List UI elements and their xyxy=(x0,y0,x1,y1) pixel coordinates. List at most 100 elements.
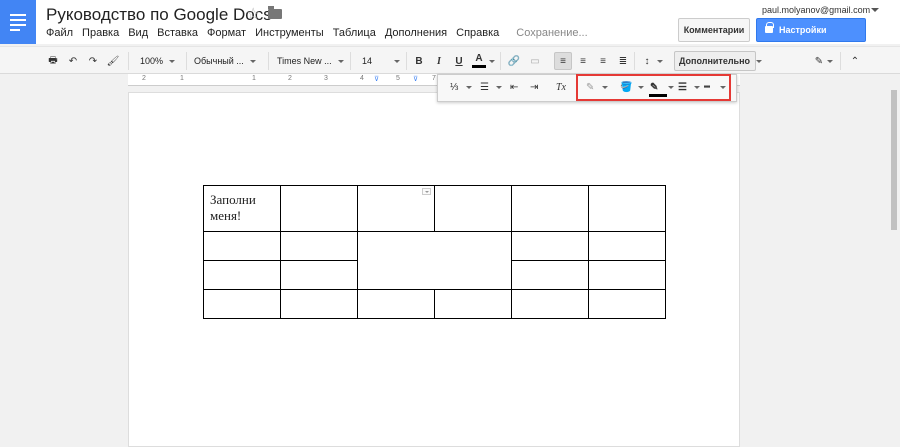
table-cell[interactable] xyxy=(357,289,435,319)
collapse-toolbar-icon[interactable]: ⌃ xyxy=(848,52,862,70)
menu-edit[interactable]: Правка xyxy=(82,27,119,39)
star-icon[interactable]: ☆ xyxy=(246,4,260,24)
table-cell[interactable] xyxy=(280,185,358,232)
menu-bar: Файл Правка Вид Вставка Формат Инструмен… xyxy=(46,27,597,39)
text-color-caret-icon[interactable] xyxy=(488,52,496,70)
ruler-mark: 1 xyxy=(180,75,184,82)
menu-tools[interactable]: Инструменты xyxy=(255,27,324,39)
redo-icon[interactable]: ↷ xyxy=(86,52,100,70)
table-cell[interactable] xyxy=(203,231,281,261)
separator xyxy=(406,52,407,70)
document-table[interactable]: Заполни меня! xyxy=(203,185,666,319)
table-cell[interactable] xyxy=(511,260,589,290)
table-cell[interactable] xyxy=(280,231,358,261)
table-cell[interactable] xyxy=(203,260,281,290)
chevron-down-icon xyxy=(249,59,256,63)
bold-button[interactable]: B xyxy=(412,52,426,70)
text-color-button[interactable]: A xyxy=(472,52,486,68)
align-left-button[interactable]: ≡ xyxy=(554,52,572,70)
separator xyxy=(128,52,129,70)
font-size-value: 14 xyxy=(362,56,373,66)
table-cell[interactable] xyxy=(280,260,358,290)
menu-file[interactable]: Файл xyxy=(46,27,73,39)
separator xyxy=(186,52,187,70)
separator xyxy=(268,52,269,70)
zoom-dropdown[interactable]: 100% xyxy=(136,52,182,70)
line-spacing-icon[interactable]: ↕ xyxy=(640,52,654,70)
separator xyxy=(840,52,841,70)
font-dropdown[interactable]: Times New ... xyxy=(273,52,345,70)
account-caret-icon[interactable] xyxy=(871,8,879,12)
increase-indent-icon[interactable]: ⇥ xyxy=(530,79,544,95)
table-cell[interactable] xyxy=(434,185,512,232)
align-right-button[interactable]: ≡ xyxy=(595,52,611,70)
ruler-mark: 2 xyxy=(142,75,146,82)
menu-table[interactable]: Таблица xyxy=(333,27,376,39)
more-button[interactable]: Дополнительно xyxy=(674,51,763,71)
table-cell[interactable] xyxy=(588,260,666,290)
style-value: Обычный ... xyxy=(194,56,244,66)
numbered-list-caret-icon[interactable] xyxy=(466,79,474,95)
scrollbar-thumb[interactable] xyxy=(891,90,897,230)
table-cell[interactable] xyxy=(280,289,358,319)
document-title[interactable]: Руководство по Google Docs xyxy=(46,5,272,25)
ruler-mark: 7 xyxy=(432,75,436,82)
font-size-dropdown[interactable]: 14 xyxy=(358,52,402,70)
underline-button[interactable]: U xyxy=(452,52,466,70)
table-cell[interactable] xyxy=(588,231,666,261)
print-icon[interactable]: 🖶 xyxy=(46,52,60,70)
bulleted-list-icon[interactable]: ☰ xyxy=(480,79,494,95)
account-email[interactable]: paul.molyanov@gmail.com xyxy=(762,5,870,15)
cell-options-icon[interactable] xyxy=(422,188,431,195)
table-cell[interactable] xyxy=(511,289,589,319)
table-cell[interactable] xyxy=(511,231,589,261)
paint-format-icon[interactable]: 🖌 xyxy=(106,52,120,70)
share-button[interactable]: Настройки доступа xyxy=(756,18,866,57)
chevron-down-icon xyxy=(496,85,502,89)
italic-button[interactable]: I xyxy=(432,52,446,70)
menu-view[interactable]: Вид xyxy=(128,27,148,39)
table-row xyxy=(203,289,666,319)
menu-help[interactable]: Справка xyxy=(456,27,499,39)
comments-button[interactable]: Комментарии xyxy=(678,18,750,42)
more-button-label: Дополнительно xyxy=(679,56,751,66)
chevron-down-icon xyxy=(827,59,833,63)
editing-mode-pencil-icon[interactable]: ✎ xyxy=(812,52,826,70)
link-icon[interactable]: 🔗 xyxy=(506,52,522,70)
lock-icon xyxy=(765,22,774,33)
align-justify-button[interactable]: ≣ xyxy=(615,52,631,70)
table-row: Заполни меня! xyxy=(203,185,666,232)
chevron-down-icon xyxy=(489,59,495,63)
folder-icon[interactable] xyxy=(268,6,282,19)
decrease-indent-icon[interactable]: ⇤ xyxy=(510,79,524,95)
numbered-list-icon[interactable]: ⅓ xyxy=(450,79,464,95)
comment-icon[interactable]: ▭ xyxy=(528,52,542,70)
table-cell[interactable] xyxy=(588,185,666,232)
table-cell[interactable]: Заполни меня! xyxy=(203,185,281,232)
indent-marker-icon[interactable]: ⊽ xyxy=(413,75,418,83)
table-cell[interactable] xyxy=(511,185,589,232)
table-cell[interactable] xyxy=(203,289,281,319)
line-spacing-caret-icon[interactable] xyxy=(656,52,664,70)
clear-formatting-icon[interactable]: Tx xyxy=(556,79,572,95)
bulleted-list-caret-icon[interactable] xyxy=(496,79,504,95)
menu-insert[interactable]: Вставка xyxy=(157,27,198,39)
save-status: Сохранение... xyxy=(516,27,588,39)
chevron-down-icon xyxy=(756,59,763,63)
ruler-mark: 1 xyxy=(252,75,256,82)
table-cell[interactable] xyxy=(588,289,666,319)
docs-logo-icon[interactable] xyxy=(0,0,36,44)
align-center-button[interactable]: ≡ xyxy=(575,52,591,70)
menu-format[interactable]: Формат xyxy=(207,27,246,39)
title-bar: Руководство по Google Docs ☆ Файл Правка… xyxy=(0,0,900,57)
style-dropdown[interactable]: Обычный ... xyxy=(190,52,262,70)
chevron-down-icon xyxy=(394,59,401,63)
table-cell[interactable] xyxy=(434,289,512,319)
undo-icon[interactable]: ↶ xyxy=(66,52,80,70)
table-row xyxy=(203,231,666,290)
ruler-mark: 4 xyxy=(360,75,364,82)
indent-marker-icon[interactable]: ⊽ xyxy=(374,75,379,83)
merged-table-cell[interactable] xyxy=(357,231,512,290)
menu-addons[interactable]: Дополнения xyxy=(385,27,447,39)
editing-mode-caret-icon[interactable] xyxy=(826,52,834,70)
